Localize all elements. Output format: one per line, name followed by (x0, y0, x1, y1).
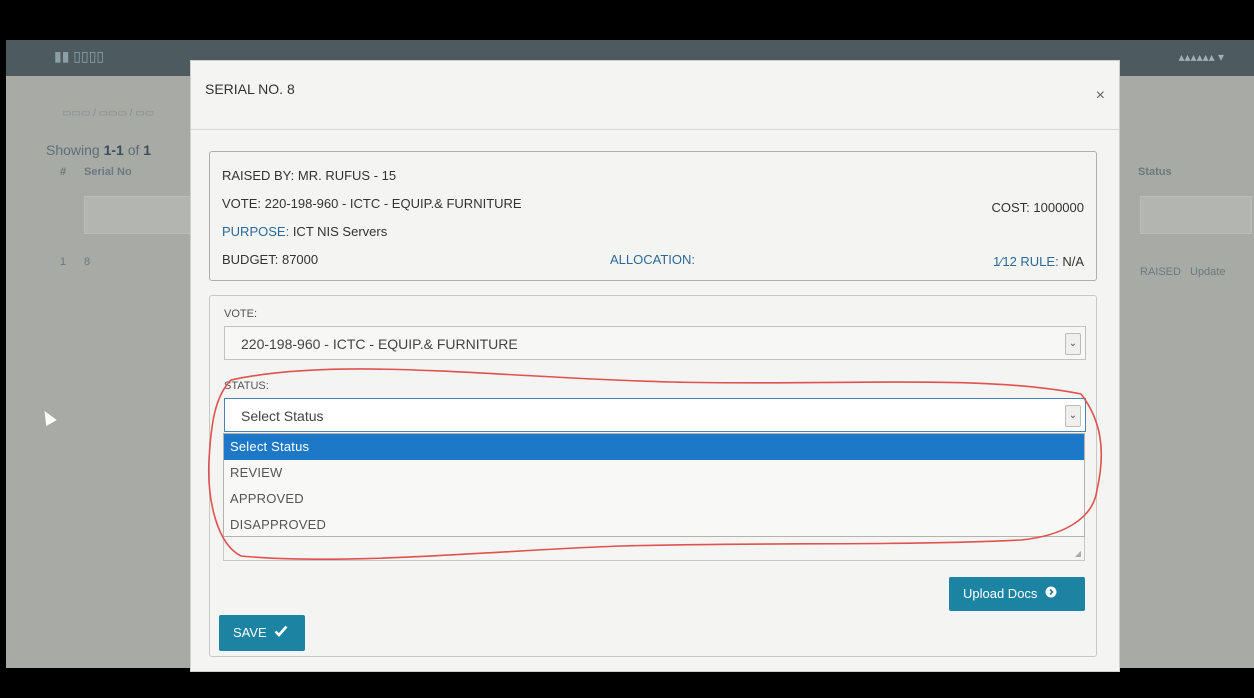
status-option-approved[interactable]: APPROVED (224, 486, 1084, 512)
chevron-down-icon[interactable]: ⌄ (1065, 405, 1081, 427)
serial-filter-input[interactable] (84, 196, 196, 234)
comment-textarea[interactable]: ◢ (223, 537, 1085, 561)
upload-docs-button[interactable]: Upload Docs (949, 577, 1085, 611)
status-option-review[interactable]: REVIEW (224, 460, 1084, 486)
modal-header: SERIAL NO. 8 × (191, 61, 1119, 130)
vote-field-label: VOTE: (224, 308, 258, 320)
brand-logo: ▮▮ ▯▯▯▯ (54, 48, 105, 64)
row-status: RAISED (1140, 266, 1181, 278)
request-info-panel: RAISED BY: MR. RUFUS - 15 VOTE: 220-198-… (209, 151, 1097, 281)
serial-modal: SERIAL NO. 8 × RAISED BY: MR. RUFUS - 15… (190, 60, 1120, 672)
breadcrumb: ▭▭▭ / ▭▭▭ / ▭▭ (62, 108, 155, 119)
row-update-link[interactable]: Update (1190, 266, 1225, 278)
status-select[interactable]: Select Status ⌄ (224, 398, 1086, 432)
user-menu[interactable]: ▴▴▴▴▴▴ ▾ (1179, 50, 1225, 64)
status-select-value: Select Status (241, 408, 324, 424)
raised-by-line: RAISED BY: MR. RUFUS - 15 (222, 168, 397, 183)
status-option-disapproved[interactable]: DISAPPROVED (224, 512, 1084, 538)
allocation-line: ALLOCATION: (610, 252, 696, 267)
upload-docs-label: Upload Docs (963, 586, 1038, 601)
close-icon[interactable]: × (1096, 87, 1105, 105)
vote-select[interactable]: 220-198-960 - ICTC - EQUIP.& FURNITURE ⌄ (224, 326, 1086, 360)
column-header-serial[interactable]: Serial No (84, 166, 132, 178)
column-header-index: # (60, 166, 67, 178)
resize-handle-icon[interactable]: ◢ (1075, 549, 1081, 558)
results-summary: Showing 1-1 of 1 (46, 142, 152, 158)
circle-arrow-icon (1045, 586, 1057, 601)
vote-line: VOTE: 220-198-960 - ICTC - EQUIP.& FURNI… (222, 196, 522, 211)
status-filter-input[interactable] (1140, 196, 1252, 234)
modal-title: SERIAL NO. 8 (205, 81, 295, 97)
save-button[interactable]: SAVE (219, 615, 305, 651)
purpose-line: PURPOSE: ICT NIS Servers (222, 224, 388, 239)
row-serial: 8 (84, 256, 91, 268)
row-index: 1 (60, 256, 67, 268)
rule-line: 1⁄12 RULE: N/A (992, 254, 1084, 269)
save-label: SAVE (233, 625, 267, 640)
status-options-list: Select Status REVIEW APPROVED DISAPPROVE… (223, 433, 1085, 537)
column-header-status[interactable]: Status (1138, 166, 1172, 178)
status-option-select[interactable]: Select Status (224, 434, 1084, 460)
cost-line: COST: 1000000 (991, 200, 1084, 215)
mouse-pointer-icon (39, 407, 57, 427)
status-field-label: STATUS: (224, 380, 269, 392)
checkmark-icon (274, 625, 288, 640)
budget-line: BUDGET: 87000 (222, 252, 319, 267)
chevron-down-icon[interactable]: ⌄ (1065, 333, 1081, 355)
vote-select-value: 220-198-960 - ICTC - EQUIP.& FURNITURE (241, 336, 518, 352)
